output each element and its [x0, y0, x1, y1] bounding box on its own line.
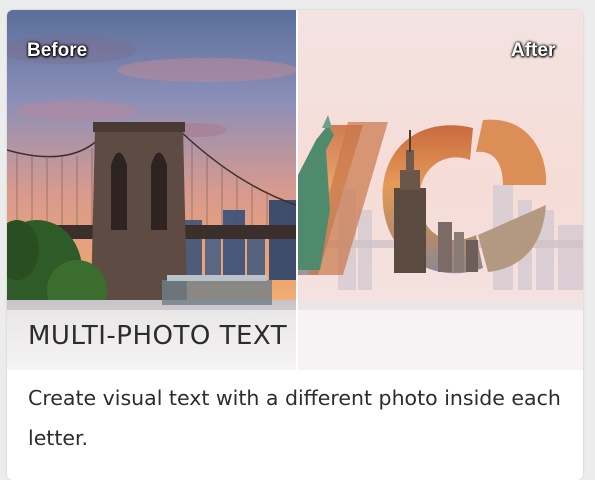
card-description: Create visual text with a different phot… — [28, 386, 561, 450]
feature-card[interactable]: Before After MULTI-PHOTO TEXT Create vis… — [7, 10, 583, 480]
before-label: Before — [27, 40, 88, 61]
after-label: After — [511, 40, 556, 61]
before-after-preview: Before After — [7, 10, 583, 370]
card-title: MULTI-PHOTO TEXT — [28, 321, 288, 351]
